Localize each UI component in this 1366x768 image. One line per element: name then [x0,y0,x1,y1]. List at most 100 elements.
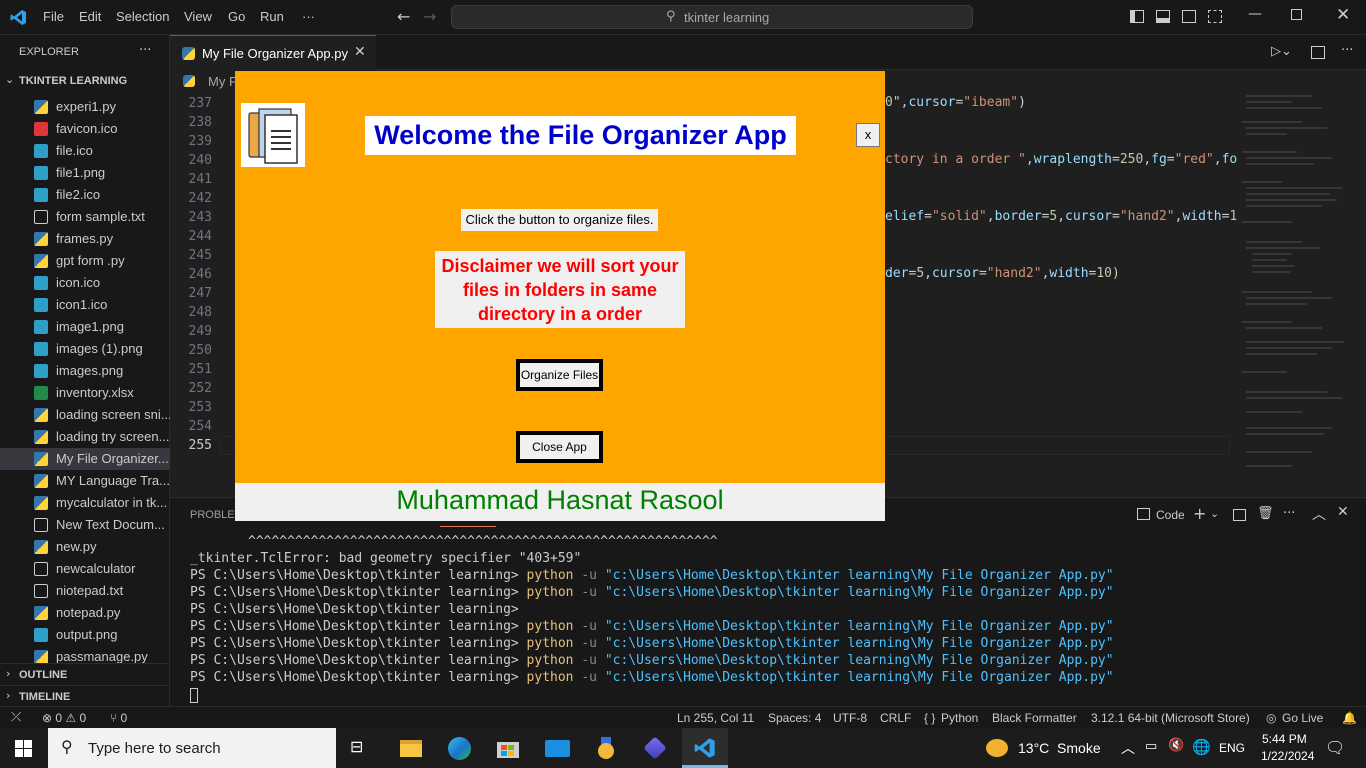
file-item[interactable]: gpt form .py [0,250,170,272]
terminal-label[interactable]: Code [1156,508,1185,522]
file-item[interactable]: file.ico [0,140,170,162]
file-item[interactable]: icon.ico [0,272,170,294]
file-item[interactable]: loading screen sni... [0,404,170,426]
windows-start-icon[interactable] [15,740,32,757]
terminal-panel[interactable]: PROBLEM Code + ⌄ 🗑 ··· ︿ ✕ ^^^^^^^^^^^^^… [170,497,1366,706]
volume-icon[interactable]: 🔇 [1168,738,1184,753]
new-terminal-icon[interactable]: + [1193,504,1206,523]
editor-more-icon[interactable]: ··· [1341,43,1353,58]
vscode-taskbar-icon[interactable] [682,728,728,768]
close-x-button[interactable]: x [856,123,880,147]
file-item[interactable]: notepad.py [0,602,170,624]
minimize-icon[interactable]: — [1248,6,1262,22]
run-python-icon[interactable]: ▷⌄ [1271,44,1292,59]
chevron-down-icon[interactable]: ⌄ [1210,507,1219,520]
menu-selection[interactable]: Selection [116,9,169,24]
split-editor-icon[interactable] [1311,46,1325,59]
file-item[interactable]: output.png [0,624,170,646]
file-item[interactable]: images.png [0,360,170,382]
file-item[interactable]: file1.png [0,162,170,184]
cursor-position[interactable]: Ln 255, Col 11 [677,711,754,725]
weather-text[interactable]: 13°C Smoke [1018,740,1101,756]
terminal-command: python [526,653,574,668]
ports[interactable]: ⑂ 0 [110,711,127,725]
vscode-logo-icon[interactable] [10,9,27,26]
language-indicator[interactable]: ENG [1219,741,1245,755]
file-item[interactable]: newcalculator [0,558,170,580]
split-terminal-icon[interactable] [1233,509,1246,521]
file-item[interactable]: MY Language Tra... [0,470,170,492]
file-item[interactable]: image1.png [0,316,170,338]
end-of-line[interactable]: CRLF [880,711,911,725]
organize-files-button[interactable]: Organize Files [516,359,603,391]
line-number: 255 [188,438,212,453]
close-app-button[interactable]: Close App [516,431,603,463]
toggle-panel-icon[interactable] [1156,10,1170,23]
encoding[interactable]: UTF-8 [833,711,867,725]
app-icon[interactable] [643,736,667,760]
edge-icon[interactable] [448,737,471,760]
toggle-sidebar-icon[interactable] [1130,10,1144,23]
file-item[interactable]: mycalculator in tk... [0,492,170,514]
folder-header[interactable]: ⌄ TKINTER LEARNING [0,70,170,92]
close-panel-icon[interactable]: ✕ [1337,504,1349,520]
bell-icon[interactable]: 🔔 [1342,711,1357,725]
file-item[interactable]: inventory.xlsx [0,382,170,404]
explorer-more-icon[interactable]: ··· [139,43,151,58]
tab-my-file-organizer[interactable]: My File Organizer App.py ✕ [170,35,376,71]
file-item[interactable]: new.py [0,536,170,558]
file-item[interactable]: images (1).png [0,338,170,360]
close-tab-icon[interactable]: ✕ [354,44,366,60]
command-center-search[interactable]: ⚲ tkinter learning [451,5,973,29]
task-view-icon[interactable]: ⊟ [350,737,363,756]
file-item[interactable]: icon1.ico [0,294,170,316]
menu-view[interactable]: View [184,9,212,24]
minimap[interactable] [1232,92,1354,492]
restore-icon[interactable] [1291,9,1302,20]
file-item[interactable]: frames.py [0,228,170,250]
mail-icon[interactable] [545,740,570,757]
menu-run[interactable]: Run [260,9,284,24]
store-icon[interactable] [497,738,519,758]
interpreter[interactable]: 3.12.1 64-bit (Microsoft Store) [1091,711,1250,725]
menu-more[interactable]: ··· [302,9,315,24]
menu-go[interactable]: Go [228,9,245,24]
maximize-panel-icon[interactable]: ︿ [1312,504,1326,524]
errors-warnings[interactable]: ⊗ 0 ⚠ 0 [42,711,86,725]
file-item[interactable]: loading try screen... [0,426,170,448]
menu-edit[interactable]: Edit [79,9,101,24]
panel-more-icon[interactable]: ··· [1283,506,1295,521]
file-explorer-icon[interactable] [400,740,422,757]
trash-icon[interactable]: 🗑 [1257,506,1274,521]
outline-section[interactable]: › OUTLINE [0,663,170,685]
file-item[interactable]: favicon.ico [0,118,170,140]
remote-button[interactable]: ⤫ [0,707,34,729]
forward-arrow-icon[interactable]: → [423,7,436,26]
language-mode[interactable]: Python [941,711,978,725]
go-live[interactable]: Go Live [1282,711,1323,725]
taskbar-search-box[interactable]: ⚲ Type here to search [48,728,336,768]
toggle-secondary-sidebar-icon[interactable] [1182,10,1196,23]
file-item[interactable]: My File Organizer... [0,448,170,470]
file-item[interactable]: New Text Docum... [0,514,170,536]
formatter[interactable]: Black Formatter [992,711,1077,725]
close-window-icon[interactable]: ✕ [1336,5,1350,25]
notification-icon[interactable]: 🗨 [1325,738,1345,757]
badge-app-icon[interactable] [595,737,617,760]
customize-layout-icon[interactable] [1208,10,1222,23]
chevron-up-icon[interactable]: ︿ [1121,738,1135,758]
line-number: 242 [188,191,212,206]
globe-icon[interactable]: 🌐 [1192,738,1211,756]
clock-date[interactable]: 1/22/2024 [1261,749,1314,763]
back-arrow-icon[interactable]: ← [397,7,410,26]
file-item[interactable]: form sample.txt [0,206,170,228]
file-item[interactable]: experi1.py [0,96,170,118]
terminal-prompt: PS C:\Users\Home\Desktop\tkinter learnin… [190,602,527,617]
timeline-section[interactable]: › TIMELINE [0,685,170,706]
clock-time[interactable]: 5:44 PM [1262,732,1307,746]
file-item[interactable]: file2.ico [0,184,170,206]
menu-file[interactable]: File [43,9,64,24]
battery-icon[interactable]: ▭ [1145,739,1157,754]
indentation[interactable]: Spaces: 4 [768,711,821,725]
file-item[interactable]: niotepad.txt [0,580,170,602]
